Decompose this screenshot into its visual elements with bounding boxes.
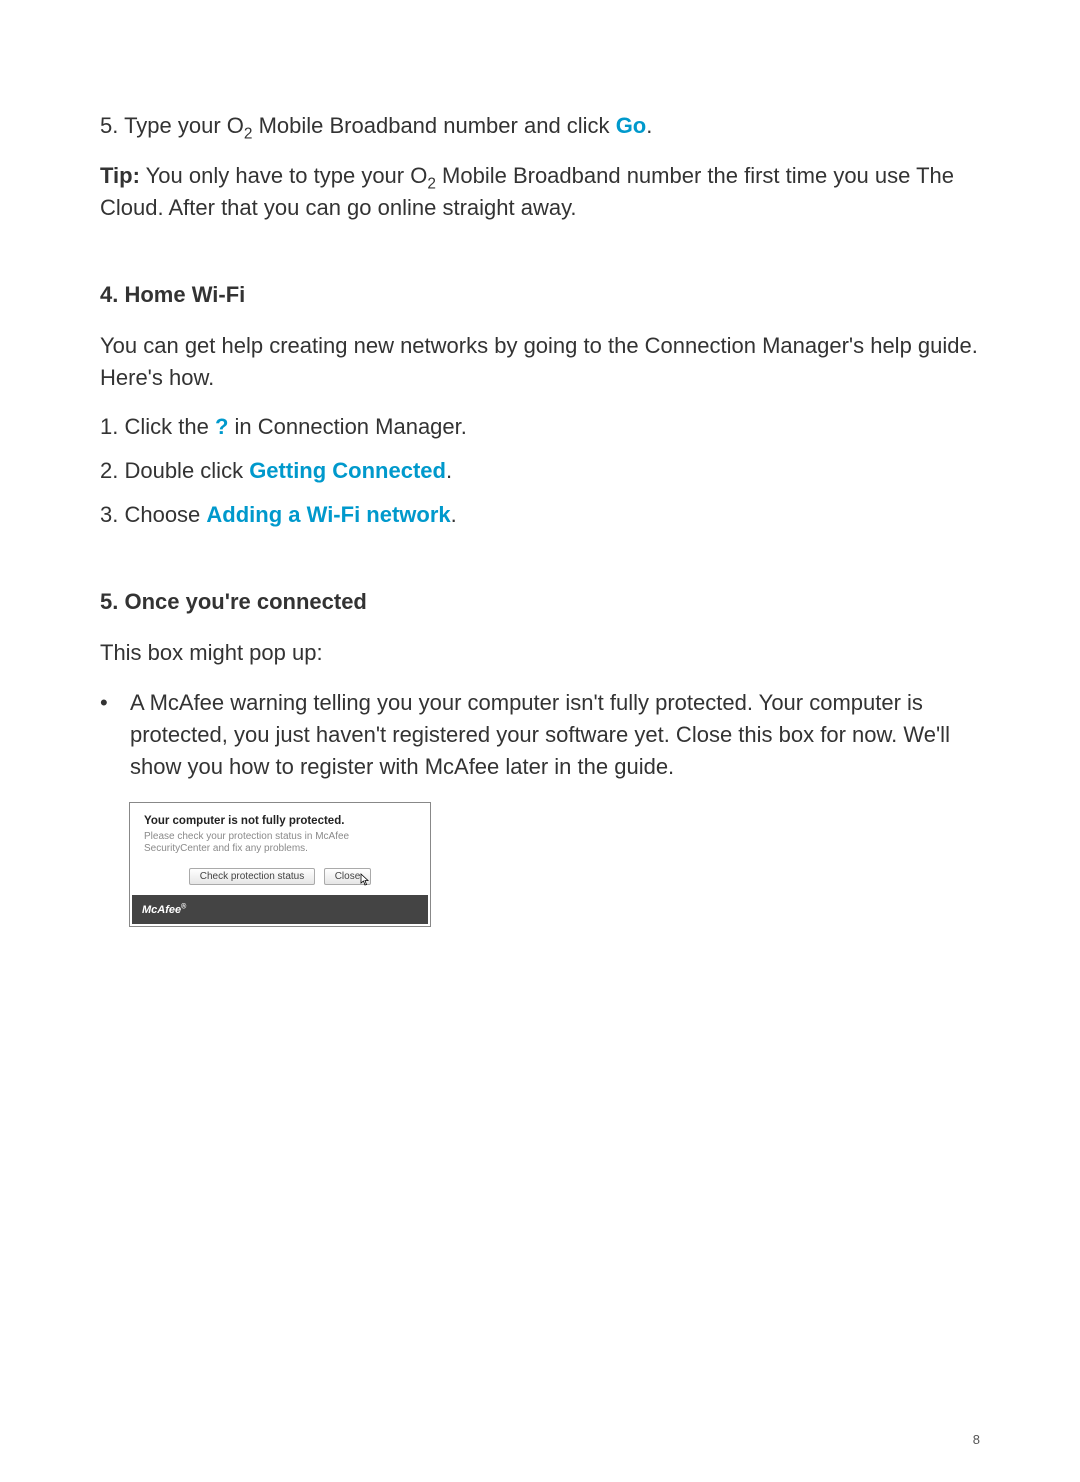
section-4-item-1: 1. Click the ? in Connection Manager.: [100, 411, 980, 443]
mcafee-dialog-wrapper: Your computer is not fully protected. Pl…: [130, 803, 980, 926]
item2-pre: 2. Double click: [100, 458, 249, 483]
mcafee-text: McAfee: [142, 904, 181, 916]
item1-post: in Connection Manager.: [228, 414, 467, 439]
section-4-heading: 4. Home Wi-Fi: [100, 282, 980, 308]
section-4-item-3: 3. Choose Adding a Wi-Fi network.: [100, 499, 980, 531]
cursor-icon: [360, 873, 372, 890]
mcafee-dialog: Your computer is not fully protected. Pl…: [130, 803, 430, 926]
close-button-label: Close: [335, 871, 361, 882]
tip-text1: You only have to type your O: [140, 163, 427, 188]
bullet-text: A McAfee warning telling you your comput…: [130, 690, 950, 779]
section-5-heading: 5. Once you're connected: [100, 589, 980, 615]
section-5-intro: This box might pop up:: [100, 637, 980, 669]
step-5-text: 5. Type your O2 Mobile Broadband number …: [100, 110, 980, 142]
adding-wifi-link: Adding a Wi-Fi network: [206, 502, 450, 527]
question-mark-link: ?: [215, 414, 228, 439]
section-4-intro: You can get help creating new networks b…: [100, 330, 980, 394]
section-4-item-2: 2. Double click Getting Connected.: [100, 455, 980, 487]
item2-post: .: [446, 458, 452, 483]
dialog-button-row: Check protection status Close: [144, 866, 416, 887]
item3-post: .: [451, 502, 457, 527]
mcafee-brand: McAfee®: [142, 904, 186, 916]
subscript-2-b: 2: [427, 175, 436, 192]
dialog-footer: McAfee®: [132, 895, 428, 924]
go-link: Go: [616, 113, 647, 138]
registered-symbol: ®: [181, 903, 186, 910]
step5-prefix: 5. Type your O: [100, 113, 244, 138]
close-button[interactable]: Close: [324, 868, 372, 885]
step5-mid: Mobile Broadband number and click: [252, 113, 615, 138]
dialog-body-text: Please check your protection status in M…: [144, 831, 416, 856]
item3-pre: 3. Choose: [100, 502, 206, 527]
getting-connected-link: Getting Connected: [249, 458, 446, 483]
page-number: 8: [973, 1432, 980, 1447]
dialog-title: Your computer is not fully protected.: [144, 815, 416, 827]
tip-label: Tip:: [100, 163, 140, 188]
item1-pre: 1. Click the: [100, 414, 215, 439]
check-protection-button[interactable]: Check protection status: [189, 868, 316, 885]
tip-paragraph: Tip: You only have to type your O2 Mobil…: [100, 160, 980, 224]
dialog-inner: Your computer is not fully protected. Pl…: [132, 805, 428, 895]
step5-suffix: .: [646, 113, 652, 138]
bullet-marker: •: [100, 687, 130, 719]
section-5-bullet: •A McAfee warning telling you your compu…: [100, 687, 980, 783]
